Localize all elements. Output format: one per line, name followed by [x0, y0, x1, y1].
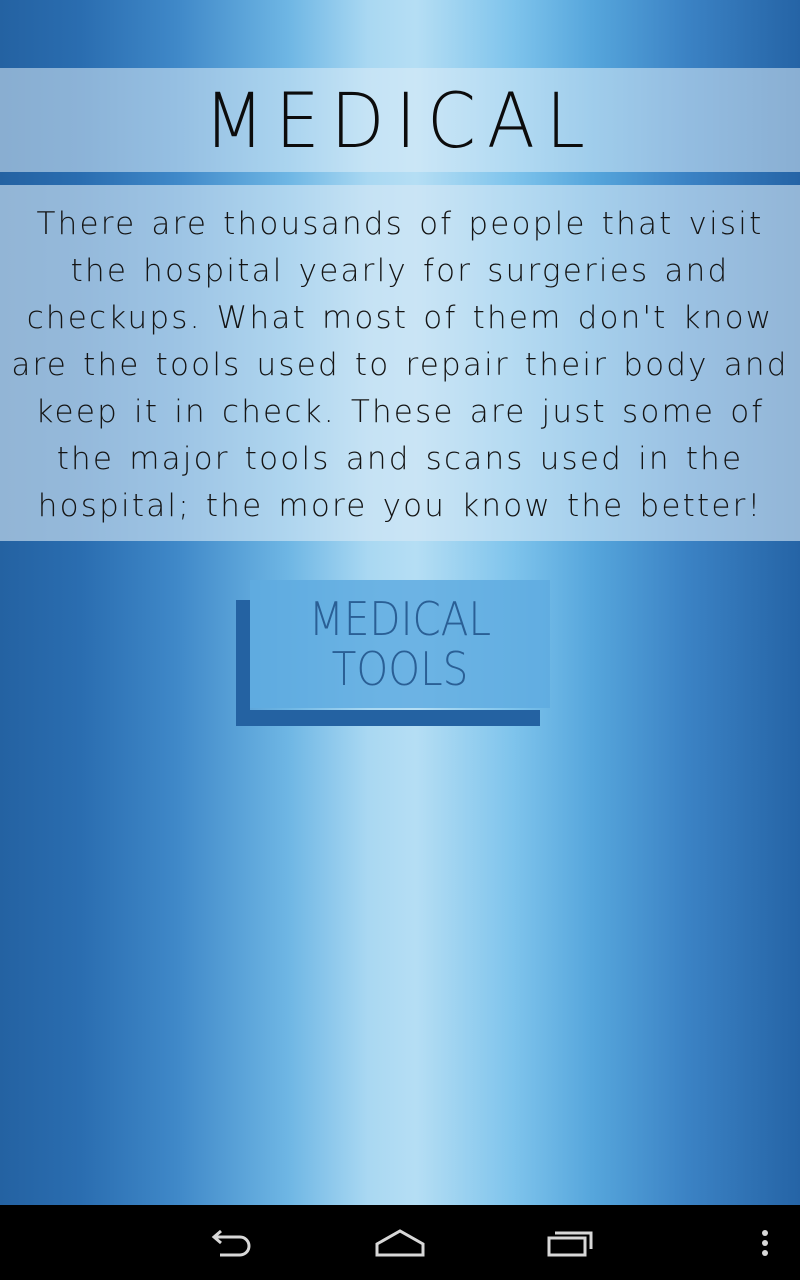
home-button[interactable]	[352, 1205, 448, 1280]
button-label-line2: TOOLS	[331, 642, 469, 696]
overflow-menu-icon	[760, 1228, 770, 1258]
home-icon	[374, 1228, 426, 1258]
button-bottom-accent	[236, 710, 540, 726]
system-nav-bar	[0, 1205, 800, 1280]
back-icon	[206, 1228, 254, 1258]
back-button[interactable]	[182, 1205, 278, 1280]
top-band	[0, 0, 800, 68]
button-left-accent	[236, 600, 250, 726]
recent-apps-icon	[546, 1228, 594, 1258]
intro-panel: There are thousands of people that visit…	[0, 185, 800, 541]
page-title: MEDICAL	[204, 75, 596, 165]
button-label-line1: MEDICAL	[308, 592, 492, 646]
recent-apps-button[interactable]	[522, 1205, 618, 1280]
button-label: MEDICAL TOOLS	[268, 594, 532, 694]
intro-text: There are thousands of people that visit…	[11, 206, 789, 524]
overflow-menu-button[interactable]	[740, 1205, 790, 1280]
medical-tools-button[interactable]: MEDICAL TOOLS	[236, 580, 554, 726]
title-bar: MEDICAL	[0, 68, 800, 172]
